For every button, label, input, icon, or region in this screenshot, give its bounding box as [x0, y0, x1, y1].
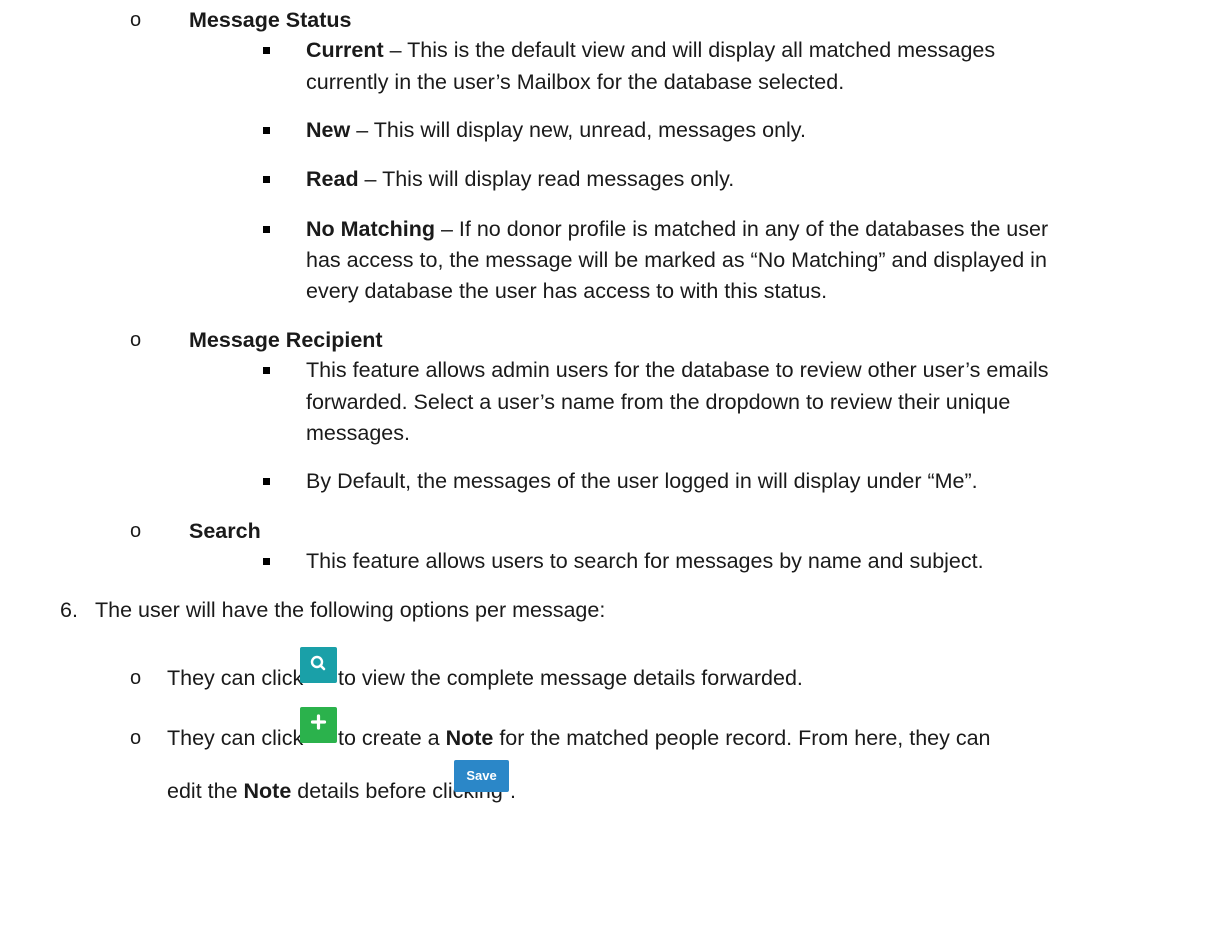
item-current-line-1: Current – This is the default view and w…: [306, 38, 996, 62]
item-no-matching-line-2: has access to, the message will be marke…: [306, 248, 1047, 272]
step-text: The user will have the following options…: [95, 598, 606, 622]
item-read: Read – This will display read messages o…: [306, 167, 735, 191]
option-note-text-after: to create a Note for the matched people …: [338, 726, 991, 750]
list-marker: o: [130, 667, 142, 689]
item-no-matching-line-3: every database the user has access to wi…: [306, 279, 828, 303]
option-view-text-before: They can click: [167, 666, 304, 690]
list-marker: o: [130, 727, 142, 749]
add-note-button[interactable]: [300, 707, 337, 743]
list-marker: o: [130, 329, 142, 351]
bullet-square: [263, 47, 270, 54]
item-new: New – This will display new, unread, mes…: [306, 118, 806, 142]
bullet-square: [263, 226, 270, 233]
section-heading-message-status: Message Status: [189, 8, 352, 32]
bullet-square: [263, 558, 270, 565]
document-page: o Message Status Current – This is the d…: [0, 0, 1212, 936]
item-recipient-line-1: This feature allows admin users for the …: [306, 358, 1049, 382]
section-heading-message-recipient: Message Recipient: [189, 328, 383, 352]
item-recipient-default: By Default, the messages of the user log…: [306, 469, 978, 493]
list-marker: o: [130, 9, 142, 31]
bullet-square: [263, 176, 270, 183]
item-recipient-line-3: messages.: [306, 421, 410, 445]
bullet-square: [263, 478, 270, 485]
plus-icon: [310, 714, 327, 730]
bullet-square: [263, 367, 270, 374]
option-note-line-2: edit the Note details before clicking: [167, 779, 503, 803]
view-message-button[interactable]: [300, 647, 337, 683]
item-no-matching-line-1: No Matching – If no donor profile is mat…: [306, 217, 1049, 241]
search-icon: [310, 655, 326, 671]
item-search: This feature allows users to search for …: [306, 549, 984, 573]
option-note-line-2-end: .: [510, 779, 516, 803]
item-current-line-2: currently in the user’s Mailbox for the …: [306, 70, 845, 94]
section-heading-search: Search: [189, 519, 261, 543]
option-note-text-before: They can click: [167, 726, 304, 750]
save-button[interactable]: Save: [454, 760, 509, 792]
step-number: 6.: [60, 598, 78, 622]
bullet-square: [263, 127, 270, 134]
option-view-text-after: to view the complete message details for…: [338, 666, 803, 690]
list-marker: o: [130, 520, 142, 542]
item-recipient-line-2: forwarded. Select a user’s name from the…: [306, 390, 1011, 414]
